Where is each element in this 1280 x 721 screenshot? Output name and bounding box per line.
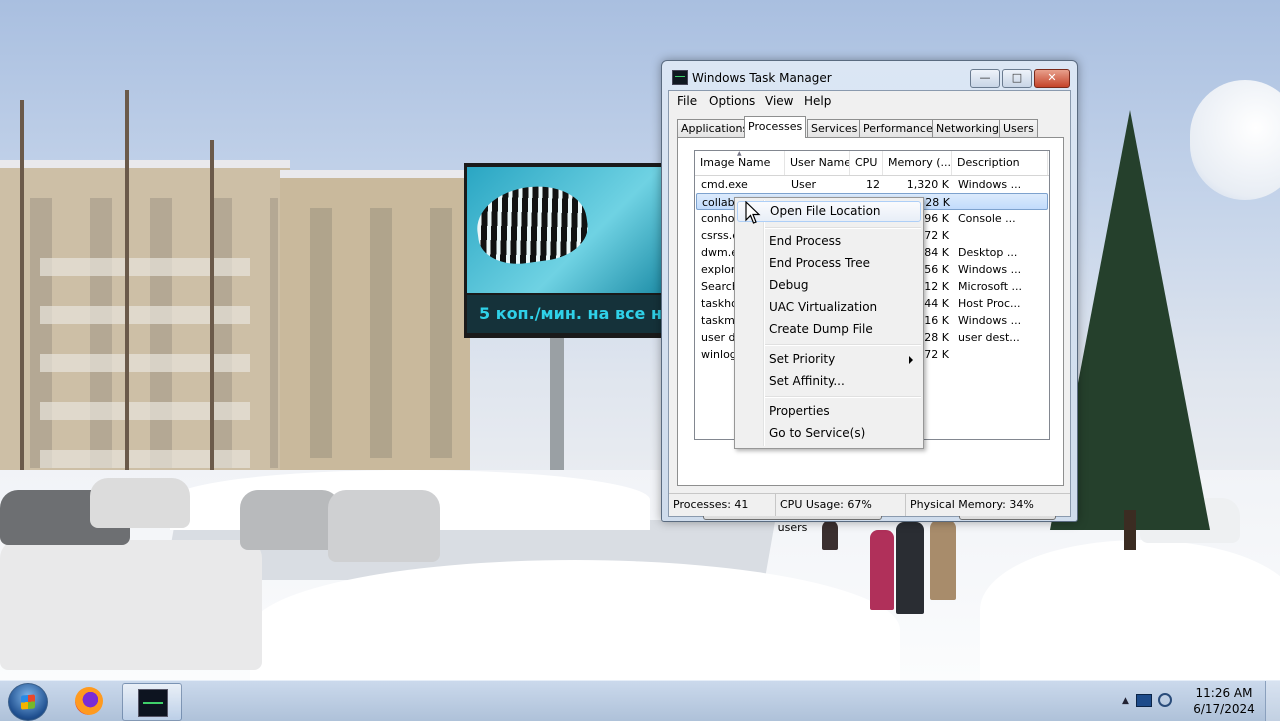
show-hidden-icons-icon[interactable]: ▲: [1122, 696, 1129, 706]
process-cell-description: Windows ...: [958, 263, 1022, 276]
menu-set-affinity[interactable]: Set Affinity...: [737, 371, 921, 392]
submenu-arrow-icon: [909, 356, 913, 364]
menu-create-dump-file[interactable]: Create Dump File: [737, 319, 921, 340]
menu-go-to-services[interactable]: Go to Service(s): [737, 423, 921, 444]
process-cell-memory: 1,320 K: [906, 178, 949, 191]
show-desktop-button[interactable]: [1265, 681, 1280, 721]
tab-processes[interactable]: Processes: [744, 116, 807, 138]
status-physical-memory: Physical Memory: 34%: [910, 498, 1034, 511]
process-cell-description: Microsoft ...: [958, 280, 1023, 293]
process-cell-description: Console ...: [958, 212, 1016, 225]
firefox-icon: [75, 687, 103, 715]
menu-set-priority-label: Set Priority: [769, 352, 836, 366]
volume-icon[interactable]: [1158, 693, 1172, 707]
process-cell-description: user dest...: [958, 331, 1020, 344]
menu-separator: [765, 396, 921, 398]
person-distant: [822, 520, 838, 550]
menu-separator: [765, 344, 921, 346]
menu-options[interactable]: Options: [709, 94, 755, 108]
process-cell-description: [953, 346, 1049, 363]
window-title: Windows Task Manager: [692, 71, 832, 85]
process-cell-cpu: 12: [866, 178, 880, 191]
column-memory[interactable]: Memory (...: [883, 151, 952, 175]
person-pink-coat: [870, 530, 894, 610]
billboard-art: [467, 167, 664, 293]
process-list-header: ▲ Image Name User Name CPU Memory (... D…: [695, 151, 1049, 176]
process-cell-description: [953, 227, 1049, 244]
clock[interactable]: 11:26 AM 6/17/2024: [1176, 685, 1272, 717]
menu-view[interactable]: View: [765, 94, 793, 108]
menu-separator: [765, 227, 921, 229]
task-manager-icon: [138, 689, 168, 717]
column-image-name-label: Image Name: [700, 156, 771, 169]
desktop-wallpaper: 5 коп./мин. на все номер: [0, 0, 1280, 680]
process-cell-description: Windows ...: [958, 314, 1022, 327]
silver-car: [240, 490, 340, 550]
billboard: 5 коп./мин. на все номер: [464, 163, 664, 338]
process-row[interactable]: cmd.exe User 12 1,320 K Windows ...: [696, 176, 1048, 193]
windows-logo-icon: [21, 694, 35, 710]
menu-set-priority[interactable]: Set Priority: [737, 349, 921, 370]
bare-tree-2: [210, 140, 214, 470]
mouse-cursor-icon: [745, 200, 761, 228]
person-dark-coat: [896, 522, 924, 614]
status-bar: Processes: 41 CPU Usage: 67% Physical Me…: [669, 493, 1070, 516]
menu-help[interactable]: Help: [804, 94, 831, 108]
billboard-headline: 5 коп./мин. на все номер: [467, 295, 664, 333]
clock-date: 6/17/2024: [1193, 702, 1255, 716]
white-car: [0, 540, 262, 670]
process-cell-description: [954, 194, 1049, 211]
menu-file[interactable]: File: [677, 94, 697, 108]
building-balconies: [40, 228, 250, 488]
process-cell-name: cmd.exe: [701, 178, 748, 191]
status-processes: Processes: 41: [669, 494, 776, 516]
maximize-button[interactable]: □: [1002, 69, 1032, 88]
system-tray: ▲ 11:26 AM 6/17/2024: [1110, 681, 1280, 721]
task-manager-icon: [672, 70, 688, 85]
bare-tree-3: [20, 100, 24, 480]
snow-pile-3: [980, 540, 1280, 680]
network-icon[interactable]: [1136, 694, 1152, 707]
menu-open-file-location[interactable]: Open File Location: [737, 201, 921, 222]
start-button[interactable]: [8, 683, 48, 721]
process-cell-user: User: [791, 178, 817, 191]
menu-uac-virtualization[interactable]: UAC Virtualization: [737, 297, 921, 318]
taskbar-firefox[interactable]: [60, 683, 118, 719]
column-description[interactable]: Description: [952, 151, 1048, 175]
tab-applications[interactable]: Applications: [677, 119, 753, 137]
tab-performance[interactable]: Performance: [859, 119, 937, 137]
process-cell-description: Desktop ...: [958, 246, 1018, 259]
tab-users[interactable]: Users: [999, 119, 1038, 137]
apartment-building: [0, 160, 290, 488]
column-image-name[interactable]: ▲ Image Name: [695, 151, 785, 175]
building-windows-2: [292, 208, 458, 458]
tab-services[interactable]: Services: [807, 119, 862, 137]
menu-end-process[interactable]: End Process: [737, 231, 921, 252]
status-cpu-usage: CPU Usage: 67%: [776, 494, 906, 516]
process-context-menu: Open File Location End Process End Proce…: [734, 197, 924, 449]
apartment-building-2: [280, 170, 470, 478]
silver-hatchback: [328, 490, 440, 562]
menu-bar: File Options View Help: [669, 91, 1070, 111]
taskbar: ▲ 11:26 AM 6/17/2024: [0, 680, 1280, 721]
title-bar[interactable]: Windows Task Manager — □ ✕: [662, 61, 1077, 91]
tab-networking[interactable]: Networking: [932, 119, 1003, 137]
menu-end-process-tree[interactable]: End Process Tree: [737, 253, 921, 274]
menu-properties[interactable]: Properties: [737, 401, 921, 422]
minimize-button[interactable]: —: [970, 69, 1000, 88]
sort-arrow-icon: ▲: [737, 151, 742, 157]
taskbar-task-manager[interactable]: [122, 683, 182, 721]
spruce-trunk: [1124, 510, 1136, 550]
column-user-name[interactable]: User Name: [785, 151, 850, 175]
column-cpu[interactable]: CPU: [850, 151, 883, 175]
clock-time: 11:26 AM: [1195, 686, 1253, 700]
bare-tree: [125, 90, 129, 470]
close-button[interactable]: ✕: [1034, 69, 1070, 88]
billboard-fish-fin: [472, 179, 592, 270]
person-beige-coat: [930, 520, 956, 600]
process-cell-description: Host Proc...: [958, 297, 1021, 310]
menu-debug[interactable]: Debug: [737, 275, 921, 296]
process-cell-description: Windows ...: [958, 178, 1022, 191]
white-car-2: [90, 478, 190, 528]
